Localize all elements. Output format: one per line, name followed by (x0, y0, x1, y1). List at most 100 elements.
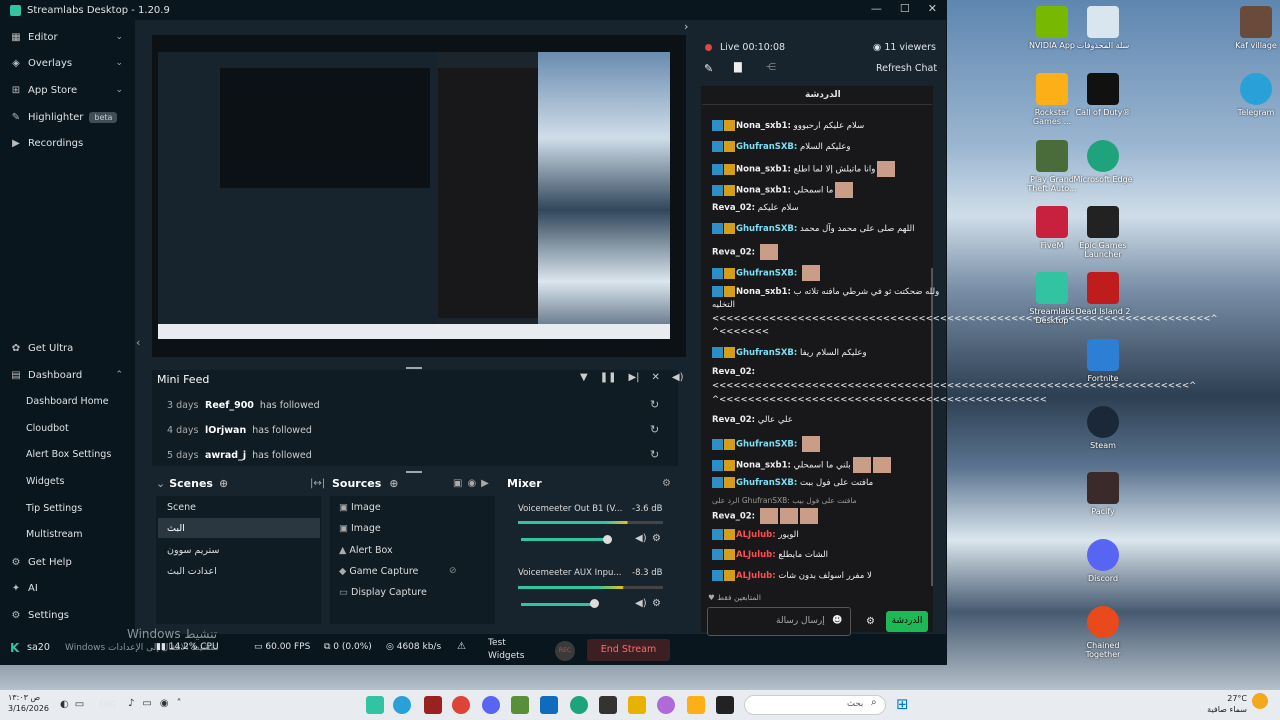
weather-widget[interactable]: 27°C سماء صافية (1203, 693, 1247, 715)
taskbar-store-icon[interactable] (599, 696, 617, 714)
visibility-hidden-icon[interactable]: ⊘ (449, 566, 457, 576)
channel-settings-icon[interactable]: ⚙ (652, 598, 661, 609)
sidebar-subitem-widgets[interactable]: Widgets (26, 476, 64, 487)
chat-username[interactable]: ALJulub: (736, 571, 776, 581)
sidebar-item-overlays[interactable]: ◈ Overlays ⌄ (0, 50, 135, 76)
refresh-chat-button[interactable]: Refresh Chat (876, 63, 937, 74)
chat-username[interactable]: Reva_02: (712, 248, 755, 258)
maximize-icon[interactable]: ☐ (900, 2, 910, 15)
mixer-settings-icon[interactable]: ⚙ (662, 478, 671, 489)
desktop-icon-epic[interactable]: Epic Games Launcher (1073, 206, 1133, 259)
tray-icons[interactable]: ◐▭ (60, 699, 90, 710)
sidebar-subitem-tip-settings[interactable]: Tip Settings (26, 503, 82, 514)
chat-username[interactable]: GhufranSXB: (736, 478, 797, 488)
sidebar-subitem-cloudbot[interactable]: Cloudbot (26, 423, 69, 434)
sidebar-subitem-multistream[interactable]: Multistream (26, 529, 83, 540)
test-widgets-button[interactable]: Test Widgets (488, 637, 530, 663)
source-tools-icon[interactable]: ▣◉▶ (453, 478, 494, 489)
filter-icon[interactable]: ▼ (580, 372, 588, 383)
taskbar-app3-icon[interactable] (716, 696, 734, 714)
chat-username[interactable]: GhufranSXB: (736, 269, 797, 279)
taskbar-rockstar-icon[interactable] (687, 696, 705, 714)
volume-slider-handle[interactable] (603, 535, 612, 544)
clock[interactable]: ۱۳:۰۳ ص 3/16/2026 (8, 692, 49, 714)
desktop-icon-steam[interactable]: Steam (1073, 406, 1133, 450)
chat-username[interactable]: Nona_sxb1: (736, 121, 791, 131)
source-item[interactable]: ▣ Image (339, 523, 381, 534)
add-source-icon[interactable]: ⊕ (389, 477, 398, 490)
chat-send-button[interactable]: الدردشة (886, 611, 928, 632)
resize-handle[interactable] (406, 471, 422, 473)
speaker-icon[interactable]: ◀) (635, 598, 647, 609)
chat-username[interactable]: ALJulub: (736, 550, 776, 560)
sidebar-item-settings[interactable]: ⚙ Settings (0, 602, 135, 628)
collapse-icon[interactable]: ⌄ (156, 477, 165, 490)
chat-username[interactable]: Reva_02: (712, 367, 755, 377)
scene-item[interactable]: ستريم سوون (167, 545, 220, 556)
skip-icon[interactable]: ▶| (628, 372, 639, 383)
chat-username[interactable]: GhufranSXB: (736, 440, 797, 450)
scene-transitions-icon[interactable]: |↔| (310, 478, 325, 489)
edit-stream-icon[interactable]: ✎ (704, 62, 713, 75)
sidebar-item-editor[interactable]: ▦ Editor ⌄ (0, 24, 135, 50)
mute-alerts-icon[interactable]: ✕ (652, 372, 660, 383)
speaker-icon[interactable]: ◀) (635, 533, 647, 544)
desktop-icon-chained-together[interactable]: Chained Together (1073, 606, 1133, 659)
source-item[interactable]: ▲ Alert Box (339, 545, 393, 556)
chat-username[interactable]: GhufranSXB: (736, 348, 797, 358)
volume-slider-handle[interactable] (590, 599, 599, 608)
sidebar-item-get-ultra[interactable]: ✿ Get Ultra (0, 335, 135, 361)
source-item[interactable]: ▣ Image (339, 502, 381, 513)
sidebar-item-app-store[interactable]: ⊞ App Store ⌄ (0, 77, 135, 103)
minimize-icon[interactable]: — (871, 2, 882, 15)
chat-username[interactable]: Reva_02: (712, 203, 755, 213)
sidebar-item-get-help[interactable]: ⚙ Get Help (0, 549, 135, 575)
chat-username[interactable]: Reva_02: (712, 415, 755, 425)
repeat-alert-icon[interactable]: ↻ (650, 423, 659, 436)
chat-username[interactable]: Nona_sxb1: (736, 287, 791, 297)
chat-username[interactable]: GhufranSXB: (736, 224, 797, 234)
taskbar-app-icon[interactable] (424, 696, 442, 714)
chat-username[interactable]: Nona_sxb1: (736, 461, 791, 471)
volume-icon[interactable]: ◀) (672, 372, 684, 383)
desktop-icon-fortnite[interactable]: Fortnite (1073, 339, 1133, 383)
repeat-alert-icon[interactable]: ↻ (650, 398, 659, 411)
source-item[interactable]: ◆ Game Capture (339, 566, 418, 577)
desktop-icon-edge[interactable]: Microsoft Edge (1073, 140, 1133, 184)
chat-settings-icon[interactable]: ⚙ (866, 616, 875, 627)
desktop-icon-recycle-bin[interactable]: سلة المحذوفات (1073, 6, 1133, 50)
close-icon[interactable]: ✕ (928, 2, 937, 15)
chat-username[interactable]: Nona_sxb1: (736, 165, 791, 175)
language-indicator[interactable]: ENG (99, 700, 116, 709)
taskbar-copilot-icon[interactable] (657, 696, 675, 714)
chat-username[interactable]: ALJulub: (736, 530, 776, 540)
sidebar-item-dashboard[interactable]: ▤ Dashboard ⌃ (0, 362, 135, 388)
desktop-icon-discord[interactable]: Discord (1073, 539, 1133, 583)
sidebar-item-recordings[interactable]: ▶ Recordings (0, 130, 135, 156)
expand-chat-icon[interactable]: › (684, 20, 688, 33)
emoji-icon[interactable]: ☻ (832, 615, 842, 626)
scene-item[interactable]: اعدادت البث (167, 566, 217, 577)
share-icon[interactable]: ⋲ (766, 62, 776, 73)
desktop-icon-telegram[interactable]: Telegram (1226, 73, 1280, 117)
desktop-icon-dead-island[interactable]: Dead Island 2 (1073, 272, 1133, 316)
taskbar-app2-icon[interactable] (511, 696, 529, 714)
taskbar-telegram-icon[interactable] (393, 696, 411, 714)
end-stream-button[interactable]: End Stream (587, 639, 670, 661)
chat-username[interactable]: GhufranSXB: (736, 142, 797, 152)
user-name[interactable]: sa20 (27, 642, 50, 653)
sidebar-subitem-alert-box-settings[interactable]: Alert Box Settings (26, 449, 111, 460)
taskbar-chrome-icon[interactable] (452, 696, 470, 714)
scene-item[interactable]: Scene (167, 502, 196, 513)
taskbar-outlook-icon[interactable] (540, 696, 558, 714)
source-item[interactable]: ▭ Display Capture (339, 587, 427, 598)
taskbar-search[interactable] (744, 695, 886, 715)
taskbar-discord-icon[interactable] (482, 696, 500, 714)
desktop-icon-kaf-village[interactable]: Kaf village (1226, 6, 1280, 50)
repeat-alert-icon[interactable]: ↻ (650, 448, 659, 461)
chat-username[interactable]: Reva_02: (712, 512, 755, 522)
windows-start-icon[interactable]: ⊞ (896, 695, 909, 713)
sidebar-subitem-dashboard-home[interactable]: Dashboard Home (26, 396, 109, 407)
scene-item-active[interactable]: البث (167, 523, 185, 534)
system-tray-icons[interactable]: ♪▭◉˄ (128, 698, 190, 709)
